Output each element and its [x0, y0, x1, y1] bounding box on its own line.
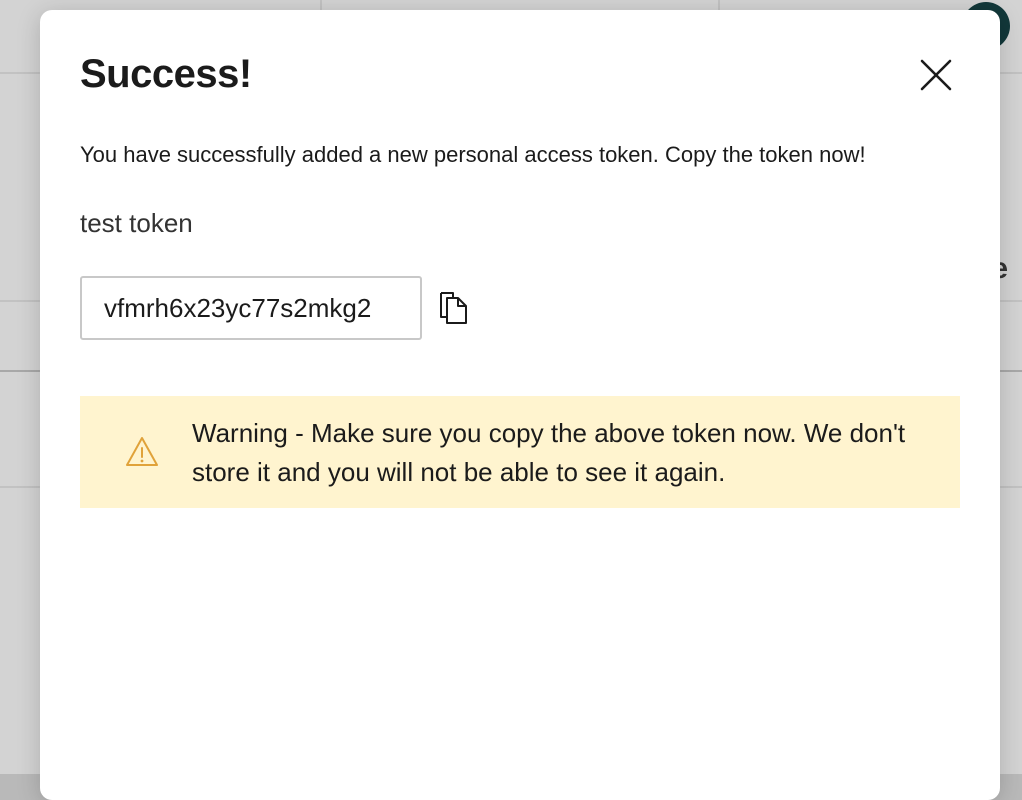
- dialog-title: Success!: [80, 52, 252, 96]
- warning-icon: [126, 437, 158, 466]
- token-field[interactable]: [80, 276, 422, 340]
- close-icon: [920, 59, 952, 91]
- copy-button[interactable]: [436, 290, 472, 326]
- warning-text: Warning - Make sure you copy the above t…: [192, 418, 906, 487]
- success-message: You have successfully added a new person…: [80, 142, 866, 167]
- success-dialog: Success! You have successfully added a n…: [40, 10, 1000, 800]
- token-name: test token: [80, 208, 193, 238]
- warning-banner: Warning - Make sure you copy the above t…: [80, 396, 960, 508]
- close-button[interactable]: [914, 53, 958, 97]
- copy-icon: [440, 292, 467, 324]
